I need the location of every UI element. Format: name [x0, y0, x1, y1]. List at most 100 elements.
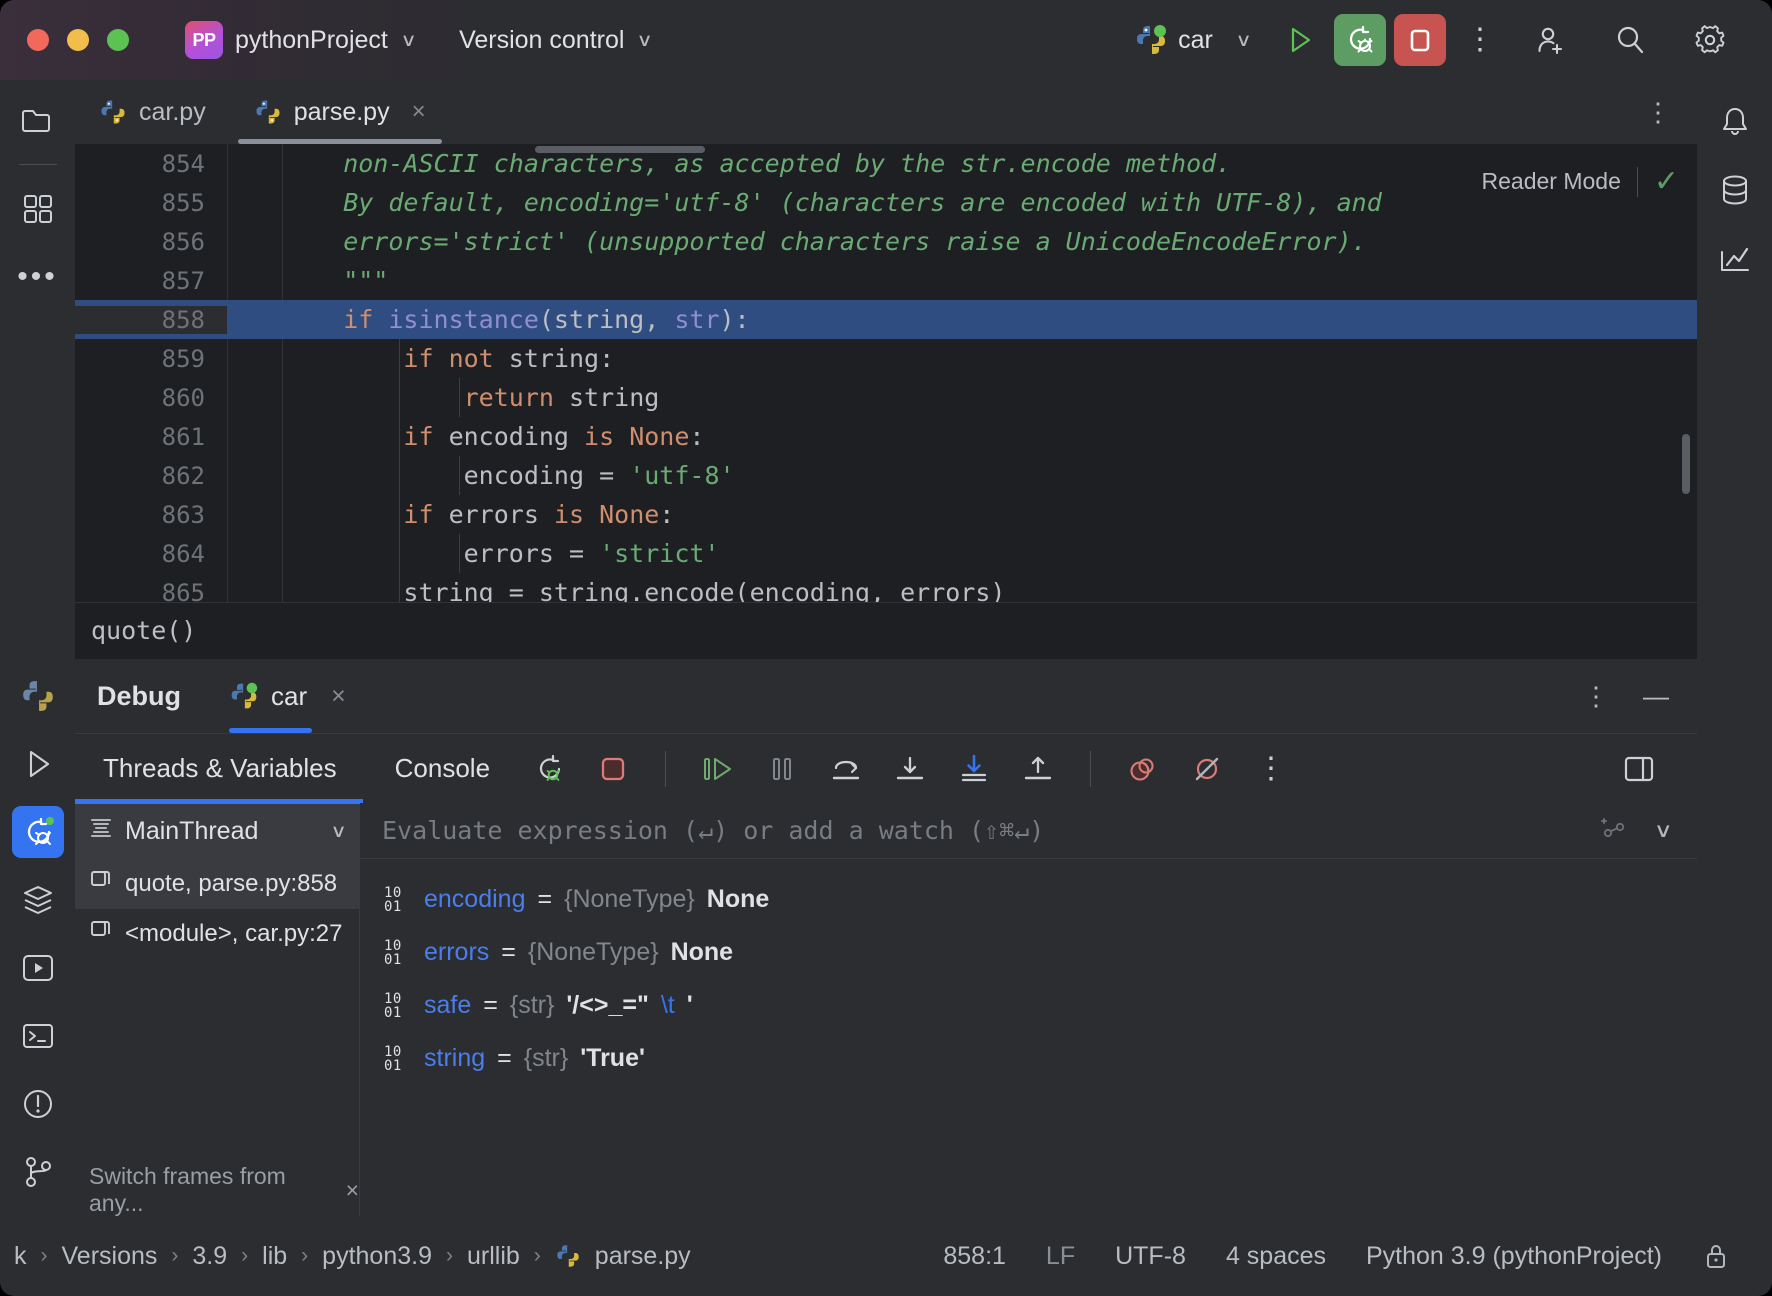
sidebar-item-more[interactable]: •••: [12, 251, 64, 303]
step-over-icon[interactable]: [825, 748, 867, 790]
reader-mode-indicator[interactable]: Reader Mode ✓: [1482, 164, 1680, 199]
python-interpreter[interactable]: Python 3.9 (pythonProject): [1346, 1242, 1682, 1271]
sidebar-item-profiler[interactable]: [1709, 232, 1761, 284]
code-line[interactable]: 857 """: [75, 261, 1697, 300]
settings-button[interactable]: [1684, 14, 1736, 66]
sidebar-item-run-anything[interactable]: [12, 942, 64, 994]
breadcrumb-item[interactable]: urllib: [467, 1242, 520, 1271]
code-editor[interactable]: 854 non-ASCII characters, as accepted by…: [75, 144, 1697, 602]
breadcrumb-item[interactable]: 3.9: [192, 1242, 227, 1271]
lock-icon[interactable]: [1682, 1241, 1750, 1271]
step-out-icon[interactable]: [1017, 748, 1059, 790]
evaluate-chevron-down-icon[interactable]: ∨: [1654, 818, 1673, 843]
code-line[interactable]: 864 errors = 'strict': [75, 534, 1697, 573]
layout-settings-icon[interactable]: [1618, 748, 1660, 790]
breadcrumb-item[interactable]: parse.py: [595, 1242, 691, 1271]
code-text: non-ASCII characters, as accepted by the…: [227, 149, 1231, 178]
sidebar-item-problems[interactable]: [12, 1078, 64, 1130]
code-line[interactable]: 856 errors='strict' (unsupported charact…: [75, 222, 1697, 261]
stop-button[interactable]: [1394, 14, 1446, 66]
python-file-icon: [99, 98, 127, 126]
indent-setting[interactable]: 4 spaces: [1206, 1242, 1346, 1271]
indent-guide: [399, 339, 400, 378]
debug-more-icon[interactable]: ⋮: [1250, 748, 1292, 790]
breadcrumb-item[interactable]: python3.9: [322, 1242, 432, 1271]
editor-tab-parse-py[interactable]: parse.py ×: [230, 80, 450, 144]
sidebar-item-services[interactable]: [12, 874, 64, 926]
minimize-window-button[interactable]: [67, 29, 89, 51]
force-step-into-icon[interactable]: [953, 748, 995, 790]
variable-row[interactable]: 1001encoding={NoneType}None: [384, 873, 1697, 926]
resume-program-icon[interactable]: [697, 748, 739, 790]
sidebar-item-run[interactable]: [12, 738, 64, 790]
variable-type: {str}: [510, 991, 554, 1020]
editor-tabs-more-button[interactable]: ⋮: [1619, 80, 1697, 144]
sidebar-item-version-control[interactable]: [12, 1146, 64, 1198]
sidebar-item-python-console[interactable]: [12, 670, 64, 722]
rerun-debug-icon[interactable]: [528, 748, 570, 790]
add-watch-icon[interactable]: [1596, 811, 1630, 850]
editor-vertical-scrollbar[interactable]: [1682, 434, 1690, 494]
breadcrumb-item[interactable]: k: [14, 1242, 27, 1271]
code-line[interactable]: 854 non-ASCII characters, as accepted by…: [75, 144, 1697, 183]
sidebar-item-debug[interactable]: [12, 806, 64, 858]
code-line[interactable]: 861 if encoding is None:: [75, 417, 1697, 456]
variable-row[interactable]: 1001safe={str}'/<>_=" \t': [384, 979, 1697, 1032]
variable-equals: =: [497, 1044, 512, 1073]
status-breadcrumbs[interactable]: k›Versions›3.9›lib›python3.9›urllib›pars…: [0, 1242, 691, 1271]
debug-more-options-button[interactable]: ⋮: [1583, 681, 1609, 712]
caret-position[interactable]: 858:1: [923, 1242, 1026, 1271]
mute-breakpoints-icon[interactable]: [1186, 748, 1228, 790]
sidebar-item-notifications[interactable]: [1709, 96, 1761, 148]
window-controls[interactable]: [27, 29, 129, 51]
run-configuration-selector[interactable]: car ∨: [1134, 23, 1250, 57]
close-session-icon[interactable]: ×: [331, 682, 346, 711]
project-name[interactable]: pythonProject: [235, 26, 388, 55]
code-line[interactable]: 860 return string: [75, 378, 1697, 417]
line-separator[interactable]: LF: [1026, 1242, 1095, 1271]
tab-console[interactable]: Console: [391, 734, 494, 804]
sidebar-item-terminal[interactable]: [12, 1010, 64, 1062]
breadcrumb-separator: ›: [41, 1244, 48, 1268]
variable-name: string: [424, 1044, 485, 1073]
code-line[interactable]: 862 encoding = 'utf-8': [75, 456, 1697, 495]
more-actions-button[interactable]: ⋮: [1454, 14, 1506, 66]
breadcrumb-item[interactable]: Versions: [62, 1242, 158, 1271]
debug-button[interactable]: [1334, 14, 1386, 66]
search-button[interactable]: [1604, 14, 1656, 66]
evaluate-expression-bar[interactable]: Evaluate expression (↵) or add a watch (…: [360, 803, 1697, 859]
add-user-button[interactable]: [1524, 14, 1576, 66]
maximize-window-button[interactable]: [107, 29, 129, 51]
debug-minimize-button[interactable]: —: [1643, 681, 1669, 712]
project-chevron-down-icon[interactable]: ∨: [400, 30, 416, 51]
variable-row[interactable]: 1001string={str}'True': [384, 1032, 1697, 1085]
stop-icon[interactable]: [592, 748, 634, 790]
debug-session-tab-car[interactable]: car ×: [229, 659, 350, 733]
breadcrumb-item[interactable]: lib: [262, 1242, 287, 1271]
close-window-button[interactable]: [27, 29, 49, 51]
close-tab-icon[interactable]: ×: [412, 98, 426, 126]
version-control-menu[interactable]: Version control ∨: [459, 26, 652, 55]
thread-selector[interactable]: MainThread ∨: [75, 803, 359, 859]
tab-threads-and-variables[interactable]: Threads & Variables: [99, 734, 341, 804]
code-line[interactable]: 858 if isinstance(string, str):: [75, 300, 1697, 339]
code-line[interactable]: 865 string = string.encode(encoding, err…: [75, 573, 1697, 602]
sidebar-item-structure[interactable]: [12, 183, 64, 235]
editor-tab-car-py[interactable]: car.py: [75, 80, 230, 144]
code-line[interactable]: 859 if not string:: [75, 339, 1697, 378]
code-line[interactable]: 863 if errors is None:: [75, 495, 1697, 534]
view-breakpoints-icon[interactable]: [1122, 748, 1164, 790]
sidebar-item-database[interactable]: [1709, 164, 1761, 216]
frame-item-quote[interactable]: quote, parse.py:858: [75, 859, 359, 909]
evaluate-expression-input[interactable]: Evaluate expression (↵) or add a watch (…: [382, 816, 1044, 845]
file-encoding[interactable]: UTF-8: [1095, 1242, 1206, 1271]
frame-item-module[interactable]: <module>, car.py:27: [75, 909, 359, 959]
run-button[interactable]: [1274, 14, 1326, 66]
pause-program-icon[interactable]: [761, 748, 803, 790]
variable-row[interactable]: 1001errors={NoneType}None: [384, 926, 1697, 979]
code-line[interactable]: 855 By default, encoding='utf-8' (charac…: [75, 183, 1697, 222]
editor-breadcrumb[interactable]: quote(): [75, 602, 1697, 658]
step-into-icon[interactable]: [889, 748, 931, 790]
close-hint-icon[interactable]: ×: [346, 1177, 359, 1204]
sidebar-item-project[interactable]: [12, 96, 64, 148]
